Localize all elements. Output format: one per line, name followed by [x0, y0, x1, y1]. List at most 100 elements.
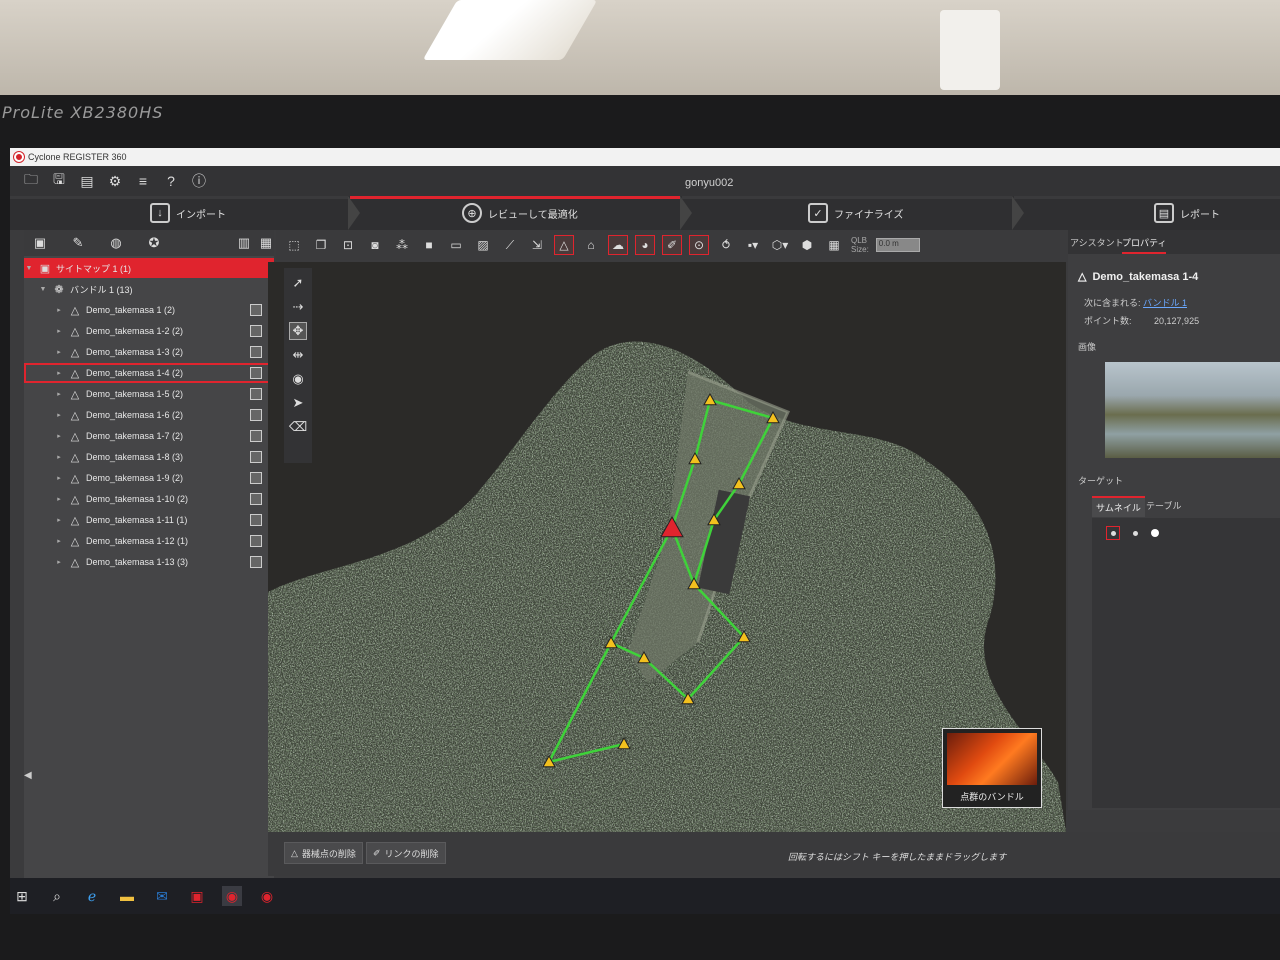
expand-arrow-icon[interactable]: ▸: [54, 558, 64, 566]
image-thumbnail-icon[interactable]: [250, 346, 262, 358]
bundle-icon[interactable]: ▤: [78, 172, 96, 190]
tab-assistant[interactable]: アシスタント: [1070, 236, 1124, 249]
image-thumbnail-icon[interactable]: [250, 325, 262, 337]
image-thumbnail-icon[interactable]: [250, 535, 262, 547]
navigate-icon[interactable]: ➤: [289, 394, 307, 412]
map-view-icon[interactable]: ▥: [236, 234, 252, 252]
settings-icon[interactable]: ⚙: [106, 172, 124, 190]
image-thumbnail-icon[interactable]: [250, 304, 262, 316]
select-arrow-icon[interactable]: ➚: [289, 274, 307, 292]
expand-arrow-icon[interactable]: ▼: [38, 286, 48, 293]
expand-arrow-icon[interactable]: ▸: [54, 432, 64, 440]
image-icon[interactable]: ▨: [473, 235, 493, 255]
image-thumbnail-icon[interactable]: [250, 388, 262, 400]
search-icon[interactable]: ⌕: [47, 886, 67, 906]
image-thumbnail-icon[interactable]: [250, 451, 262, 463]
size-input[interactable]: 0.0 m: [875, 238, 920, 252]
step-import[interactable]: ↓ インポート: [150, 196, 226, 230]
setup-row[interactable]: ▸ △ Demo_takemasa 1-9 (2): [24, 468, 274, 488]
setup-row[interactable]: ▸ △ Demo_takemasa 1-13 (3): [24, 552, 274, 572]
image-thumbnail-icon[interactable]: [250, 430, 262, 442]
cyclone-icon[interactable]: ◉: [257, 886, 277, 906]
bundle-minimap[interactable]: 点群のバンドル: [942, 728, 1042, 808]
star-tab-icon[interactable]: ✪: [146, 234, 162, 252]
zoom-fit-icon[interactable]: ⊡: [338, 235, 358, 255]
display-mode-icon[interactable]: ▪▾: [743, 235, 763, 255]
included-in-link[interactable]: バンドル 1: [1143, 298, 1187, 308]
expand-arrow-icon[interactable]: ▸: [54, 495, 64, 503]
tag-icon[interactable]: ⌂: [581, 235, 601, 255]
pencil-icon[interactable]: ✐: [662, 235, 682, 255]
measure-icon[interactable]: ⟋: [500, 235, 520, 255]
pointer-icon[interactable]: ⇲: [527, 235, 547, 255]
frame-icon[interactable]: ▭: [446, 235, 466, 255]
save-icon[interactable]: 🖫: [50, 171, 68, 190]
target-dot-2[interactable]: [1128, 526, 1142, 540]
square-icon[interactable]: ■: [419, 235, 439, 255]
setup-row[interactable]: ▸ △ Demo_takemasa 1-5 (2): [24, 384, 274, 404]
setup-row[interactable]: ▸ △ Demo_takemasa 1-3 (2): [24, 342, 274, 362]
tree-sitemap[interactable]: ▼ ▣ サイトマップ 1 (1): [24, 258, 274, 278]
step-review[interactable]: ⊕ レビューして最適化: [462, 196, 578, 230]
box-3d-icon[interactable]: ⬡▾: [770, 235, 790, 255]
setup-row[interactable]: ▸ △ Demo_takemasa 1 (2): [24, 300, 274, 320]
panorama-thumbnail[interactable]: [1105, 362, 1280, 458]
expand-arrow-icon[interactable]: ▸: [54, 474, 64, 482]
expand-arrow-icon[interactable]: ▸: [54, 516, 64, 524]
expand-arrow-icon[interactable]: ▸: [54, 348, 64, 356]
setup-row[interactable]: ▸ △ Demo_takemasa 1-12 (1): [24, 531, 274, 551]
image-thumbnail-icon[interactable]: [250, 556, 262, 568]
folder-open-icon[interactable]: 🗀: [22, 171, 40, 190]
collapse-panel-icon[interactable]: ◀: [24, 770, 34, 781]
user-view-icon[interactable]: ◉: [289, 370, 307, 388]
eraser-icon[interactable]: ⌫: [289, 418, 307, 436]
setup-row[interactable]: ▸ △ Demo_takemasa 1-8 (3): [24, 447, 274, 467]
expand-arrow-icon[interactable]: ▼: [24, 265, 34, 272]
expand-arrow-icon[interactable]: ▸: [54, 327, 64, 335]
cyclone-register-icon[interactable]: ◉: [222, 886, 242, 906]
step-report[interactable]: ▤ レポート: [1154, 196, 1220, 230]
help-icon[interactable]: ?: [162, 172, 180, 190]
qlb-icon[interactable]: ▦: [824, 235, 844, 255]
layers-tab-icon[interactable]: ▣: [32, 234, 48, 252]
cloud-icon[interactable]: ☁: [608, 235, 628, 255]
tree-bundle[interactable]: ▼ ❁ バンドル 1 (13): [24, 279, 274, 299]
expand-arrow-icon[interactable]: ▸: [54, 537, 64, 545]
map-view-alt-icon[interactable]: ▦: [258, 234, 274, 252]
image-thumbnail-icon[interactable]: [250, 514, 262, 526]
expand-arrow-icon[interactable]: ▸: [54, 306, 64, 314]
limit-box-icon[interactable]: ⬢: [797, 235, 817, 255]
expand-arrow-icon[interactable]: ▸: [54, 390, 64, 398]
step-finalize[interactable]: ✓ ファイナライズ: [808, 196, 904, 230]
expand-arrow-icon[interactable]: ▸: [54, 453, 64, 461]
setup-row[interactable]: ▸ △ Demo_takemasa 1-4 (2): [24, 363, 274, 383]
app-red-icon[interactable]: ▣: [187, 886, 207, 906]
delete-setup-button[interactable]: △ 器械点の削除: [284, 842, 363, 864]
setup-row[interactable]: ▸ △ Demo_takemasa 1-6 (2): [24, 405, 274, 425]
cube-select-icon[interactable]: ⬚: [284, 235, 304, 255]
link-icon[interactable]: ⥀: [716, 235, 736, 255]
distance-icon[interactable]: ⇹: [289, 346, 307, 364]
database-icon[interactable]: ≡: [134, 172, 152, 190]
setup-row[interactable]: ▸ △ Demo_takemasa 1-2 (2): [24, 321, 274, 341]
pie-icon[interactable]: ◕: [635, 235, 655, 255]
windows-start-icon[interactable]: ⊞: [12, 886, 32, 906]
tab-properties[interactable]: プロパティ: [1122, 236, 1167, 254]
file-explorer-icon[interactable]: ▬: [117, 886, 137, 906]
copy-view-icon[interactable]: ❐: [311, 235, 331, 255]
location-pin-icon[interactable]: ⊙: [689, 235, 709, 255]
target-dot-3[interactable]: [1148, 526, 1162, 540]
delete-link-button[interactable]: ✐ リンクの削除: [366, 842, 446, 864]
setup-row[interactable]: ▸ △ Demo_takemasa 1-7 (2): [24, 426, 274, 446]
image-thumbnail-icon[interactable]: [250, 367, 262, 379]
info-icon[interactable]: ⓘ: [190, 172, 208, 190]
image-thumbnail-icon[interactable]: [250, 472, 262, 484]
camera-icon[interactable]: ◙: [365, 235, 385, 255]
subtab-table[interactable]: テーブル: [1146, 499, 1181, 512]
cloud-points-icon[interactable]: ⁂: [392, 235, 412, 255]
image-thumbnail-icon[interactable]: [250, 493, 262, 505]
target-dot-1[interactable]: [1106, 526, 1120, 540]
expand-arrow-icon[interactable]: ▸: [54, 411, 64, 419]
subtab-thumbnail[interactable]: サムネイル: [1092, 496, 1145, 517]
outlook-icon[interactable]: ✉: [152, 886, 172, 906]
